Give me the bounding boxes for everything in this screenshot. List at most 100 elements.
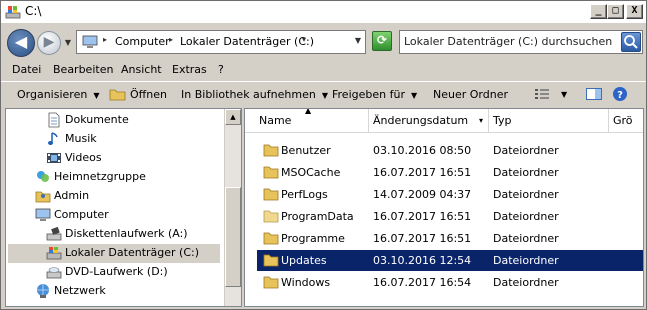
nav-item-admin[interactable]: Admin	[35, 187, 215, 206]
search-button[interactable]	[621, 32, 641, 52]
file-date: 16.07.2017 16:51	[373, 232, 472, 245]
breadcrumb-computer[interactable]: Computer	[115, 35, 170, 48]
title-bar[interactable]: C:\ _ □ X	[1, 1, 646, 23]
folder-icon	[263, 254, 279, 267]
address-dropdown-icon[interactable]: ▼	[355, 36, 361, 45]
table-row[interactable]: PerfLogs 14.07.2009 04:37 Dateiordner	[257, 184, 643, 205]
music-icon	[48, 132, 58, 145]
folder-icon	[263, 144, 279, 157]
chevron-down-icon: ▼	[93, 91, 100, 100]
navigation-pane[interactable]: Dokumente Musik Videos Heimnetzgruppe Ad…	[5, 108, 242, 307]
file-date: 16.07.2017 16:51	[373, 166, 472, 179]
new-folder-label: Neuer Ordner	[433, 88, 508, 101]
nav-item-dokumente[interactable]: Dokumente	[46, 111, 216, 130]
breadcrumb-separator-icon[interactable]: ▸	[103, 35, 107, 44]
dvd-drive-icon	[46, 267, 62, 279]
nav-item-musik[interactable]: Musik	[46, 130, 216, 149]
minimize-button[interactable]: _	[590, 4, 607, 19]
file-type: Dateiordner	[493, 254, 559, 267]
network-icon	[37, 284, 49, 298]
refresh-button[interactable]: ⟳	[372, 31, 392, 51]
search-placeholder: Lokaler Datenträger (C:) durchsuchen	[404, 35, 613, 48]
help-icon[interactable]: ?	[611, 86, 629, 102]
library-label: In Bibliothek aufnehmen	[181, 88, 316, 101]
file-name: Updates	[281, 254, 327, 267]
table-row[interactable]: MSOCache 16.07.2017 16:51 Dateiordner	[257, 162, 643, 183]
breadcrumb-separator-icon[interactable]: ▾	[302, 35, 306, 44]
nav-item-netzwerk[interactable]: Netzwerk	[35, 282, 215, 301]
library-button[interactable]: In Bibliothek aufnehmen ▼	[181, 88, 328, 101]
open-folder-icon	[109, 89, 126, 101]
file-name: Benutzer	[281, 144, 331, 157]
file-type: Dateiordner	[493, 210, 559, 223]
nav-item-label: DVD-Laufwerk (D:)	[65, 265, 168, 278]
file-date: 03.10.2016 08:50	[373, 144, 472, 157]
search-input[interactable]: Lokaler Datenträger (C:) durchsuchen	[399, 30, 643, 54]
nav-item-label: Musik	[65, 132, 97, 145]
table-row[interactable]: Benutzer 03.10.2016 08:50 Dateiordner	[257, 140, 643, 161]
nav-item-dvd[interactable]: DVD-Laufwerk (D:)	[46, 263, 216, 282]
nav-item-label: Lokaler Datenträger (C:)	[65, 246, 200, 259]
menu-extras[interactable]: Extras	[172, 63, 207, 76]
file-name: PerfLogs	[281, 188, 328, 201]
file-type: Dateiordner	[493, 144, 559, 157]
file-date: 16.07.2017 16:54	[373, 276, 472, 289]
hard-drive-icon	[46, 247, 62, 260]
history-dropdown[interactable]: ▼	[63, 38, 73, 48]
nav-item-heimnetzgruppe[interactable]: Heimnetzgruppe	[35, 168, 215, 187]
explorer-window: C:\ _ □ X ◀ ▶ ▼ ▸ Computer ▸ Lokaler Dat…	[0, 0, 647, 310]
forward-button[interactable]: ▶	[37, 31, 61, 55]
table-row[interactable]: Programme 16.07.2017 16:51 Dateiordner	[257, 228, 643, 249]
chevron-down-icon: ▼	[64, 38, 72, 47]
view-dropdown-icon[interactable]: ▼	[561, 90, 567, 99]
nav-scrollbar[interactable]: ▲	[224, 109, 241, 306]
new-folder-button[interactable]: Neuer Ordner	[433, 88, 508, 101]
menu-ansicht[interactable]: Ansicht	[121, 63, 162, 76]
file-type: Dateiordner	[493, 276, 559, 289]
nav-item-videos[interactable]: Videos	[46, 149, 216, 168]
column-header-date[interactable]: Änderungsdatum	[369, 109, 489, 133]
search-icon	[624, 35, 638, 49]
menu-bearbeiten[interactable]: Bearbeiten	[53, 63, 113, 76]
view-options-icon[interactable]	[533, 86, 551, 102]
nav-item-computer[interactable]: Computer	[35, 206, 215, 225]
table-row[interactable]: Windows 16.07.2017 16:54 Dateiordner	[257, 272, 643, 293]
column-header-type[interactable]: Typ ▾	[479, 109, 609, 133]
video-icon	[47, 153, 61, 163]
drive-icon	[5, 6, 21, 19]
preview-pane-icon[interactable]	[585, 86, 603, 102]
nav-item-label: Admin	[54, 189, 90, 202]
open-label: Öffnen	[130, 88, 167, 101]
breadcrumb-drive[interactable]: Lokaler Datenträger (C:)	[180, 35, 314, 48]
file-date: 03.10.2016 12:54	[373, 254, 472, 267]
nav-item-floppy[interactable]: Diskettenlaufwerk (A:)	[46, 225, 216, 244]
menu-help[interactable]: ?	[218, 63, 224, 76]
organize-button[interactable]: Organisieren ▼	[17, 88, 99, 101]
scroll-thumb[interactable]	[225, 187, 241, 287]
homegroup-icon	[37, 171, 49, 182]
nav-item-label: Dokumente	[65, 113, 129, 126]
computer-icon	[35, 208, 51, 221]
share-button[interactable]: Freigeben für ▼	[332, 88, 417, 101]
file-name: Windows	[281, 276, 331, 289]
close-button[interactable]: X	[626, 4, 643, 19]
breadcrumb-separator-icon[interactable]: ▸	[169, 35, 173, 44]
open-button[interactable]: Öffnen	[130, 88, 167, 101]
column-header-name[interactable]: Name ▲	[245, 109, 369, 133]
back-button[interactable]: ◀	[7, 29, 35, 57]
filter-dropdown-icon[interactable]: ▾	[479, 116, 483, 125]
column-header-size[interactable]: Grö	[609, 109, 643, 133]
table-row[interactable]: ProgramData 16.07.2017 16:51 Dateiordner	[257, 206, 643, 227]
maximize-button[interactable]: □	[607, 4, 624, 19]
file-date: 14.07.2009 04:37	[373, 188, 472, 201]
table-row[interactable]: Updates 03.10.2016 12:54 Dateiordner	[257, 250, 643, 271]
file-list[interactable]: Name ▲ Änderungsdatum Typ ▾ Grö Benutzer…	[244, 108, 644, 307]
nav-item-local-disk-c[interactable]: Lokaler Datenträger (C:)	[8, 244, 220, 263]
address-bar[interactable]: ▸ Computer ▸ Lokaler Datenträger (C:) ▾ …	[76, 30, 366, 54]
menu-datei[interactable]: Datei	[12, 63, 41, 76]
scroll-up-button[interactable]: ▲	[225, 109, 241, 125]
nav-item-label: Heimnetzgruppe	[54, 170, 146, 183]
file-type: Dateiordner	[493, 232, 559, 245]
chevron-down-icon: ▼	[321, 91, 328, 100]
column-header-label: Grö	[613, 114, 633, 127]
